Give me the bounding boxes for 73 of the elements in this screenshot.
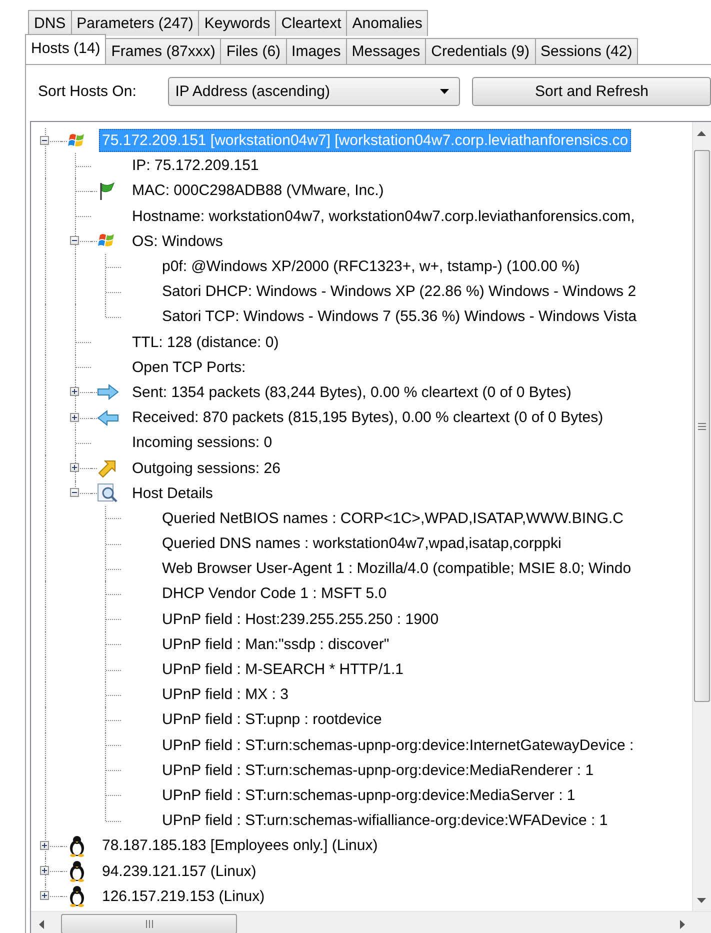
- grip-icon: [146, 920, 152, 928]
- tab[interactable]: Keywords: [198, 10, 276, 36]
- left-arrow-icon: [97, 410, 119, 426]
- tree-item-label: Web Browser User-Agent 1 : Mozilla/4.0 (compatible; MSIE 8.0; Windo: [161, 559, 632, 580]
- expander-icon[interactable]: [70, 236, 79, 246]
- diagonal-arrow-icon: [97, 458, 117, 478]
- tree-item-label: IP: 75.172.209.151: [131, 156, 260, 176]
- tab[interactable]: Cleartext: [275, 10, 348, 36]
- tree-item-label: Outgoing sessions: 26: [131, 458, 282, 479]
- tree-item-label: 94.239.121.157 (Linux): [101, 862, 258, 882]
- tree-item-label: Satori DHCP: Windows - Windows XP (22.86 %) Windows - Windows 2: [161, 282, 638, 302]
- tree-item-label: Incoming sessions: 0: [131, 433, 274, 454]
- expander-icon[interactable]: [40, 136, 49, 145]
- caret-icon: [440, 88, 450, 94]
- tab[interactable]: Hosts (14): [25, 34, 106, 64]
- expander-icon[interactable]: [70, 387, 79, 396]
- scroll-left-icon[interactable]: [39, 920, 44, 929]
- tree-item-label: Sent: 1354 packets (83,244 Bytes), 0.00 % cleartext (0 of 0 Bytes): [131, 382, 572, 403]
- tree-item-label: Queried DNS names : workstation04w7,wpad,isatap,corppki: [161, 534, 562, 554]
- penguin-icon: [67, 834, 87, 857]
- tree-item-label: Satori TCP: Windows - Windows 7 (55.36 %) Windows - Windows Vista: [161, 307, 638, 328]
- tree-item-label: Hostname: workstation04w7, workstation04w7.corp.leviathanforensics.com,: [131, 206, 636, 227]
- tree-item-label: UPnP field : ST:urn:schemas-upnp-org:device:MediaRenderer : 1: [161, 760, 595, 781]
- tab[interactable]: Files (6): [220, 38, 287, 64]
- tree-item-label: UPnP field : ST:upnp : rootdevice: [161, 710, 383, 730]
- tree-item-label: TTL: 128 (distance: 0): [131, 332, 280, 353]
- tree-item-label: Queried NetBIOS names : CORP<1C>,WPAD,ISATAP,WWW.BING.C: [161, 508, 625, 529]
- right-arrow-icon: [97, 384, 119, 400]
- tab[interactable]: Images: [286, 38, 347, 64]
- tree-item-label: UPnP field : Host:239.255.255.250 : 1900: [161, 610, 440, 630]
- tree-item-label: Received: 870 packets (815,195 Bytes), 0.00 % cleartext (0 of 0 Bytes): [131, 408, 604, 428]
- document-magnifier-icon: [97, 482, 119, 504]
- sort-dropdown[interactable]: IP Address (ascending): [168, 76, 460, 106]
- horizontal-scrollbar[interactable]: [31, 911, 711, 933]
- tab[interactable]: Credentials (9): [425, 38, 536, 64]
- tree-item-label: UPnP field : ST:urn:schemas-upnp-org:device:InternetGatewayDevice :: [161, 736, 635, 756]
- tab[interactable]: Parameters (247): [70, 10, 200, 36]
- scrollbar-thumb[interactable]: [694, 150, 710, 702]
- tree-item-label: UPnP field : Man:"ssdp : discover": [161, 634, 390, 655]
- expander-icon[interactable]: [40, 866, 49, 876]
- tab[interactable]: Frames (87xxx): [105, 38, 222, 64]
- tree-item-label: DHCP Vendor Code 1 : MSFT 5.0: [161, 584, 388, 604]
- tree-item-label: p0f: @Windows XP/2000 (RFC1323+, w+, tstamp-) (100.00 %): [161, 257, 581, 278]
- tab[interactable]: DNS: [28, 10, 72, 36]
- sort-and-refresh-button[interactable]: Sort and Refresh: [472, 76, 711, 106]
- expander-icon[interactable]: [40, 891, 49, 900]
- tree-item-label: UPnP field : M-SEARCH * HTTP/1.1: [161, 660, 404, 680]
- tab[interactable]: Anomalies: [346, 10, 428, 36]
- grip-icon: [698, 422, 706, 430]
- scrollbar-thumb[interactable]: [61, 914, 237, 933]
- scroll-up-icon[interactable]: [697, 131, 706, 136]
- expander-icon[interactable]: [70, 463, 79, 472]
- tab[interactable]: Messages: [346, 38, 426, 64]
- tree-item-label: OS: Windows: [131, 232, 224, 252]
- tree-item-label: MAC: 000C298ADB88 (VMware, Inc.): [131, 181, 385, 202]
- vertical-scrollbar[interactable]: [692, 122, 711, 912]
- sort-label: Sort Hosts On:: [38, 82, 138, 100]
- expander-icon[interactable]: [70, 412, 79, 422]
- scroll-down-icon[interactable]: [697, 898, 706, 903]
- tab[interactable]: Sessions (42): [534, 38, 638, 64]
- tree-item-label: UPnP field : MX : 3: [161, 685, 290, 706]
- tree-item-label: 78.187.185.183 [Employees only.] (Linux): [101, 836, 379, 856]
- tree-item-label: 126.157.219.153 (Linux): [101, 886, 266, 907]
- penguin-icon: [67, 885, 87, 908]
- tree-item-label: Open TCP Ports:: [131, 358, 247, 378]
- tree-item-label: Host Details: [131, 484, 214, 504]
- tree-item-label: 75.172.209.151 [workstation04w7] [workstation04w7.corp.leviathanforensics.co: [99, 129, 632, 152]
- penguin-icon: [67, 860, 87, 882]
- tree-item-label: UPnP field : ST:urn:schemas-upnp-org:device:MediaServer : 1: [161, 786, 576, 806]
- expander-icon[interactable]: [40, 840, 49, 850]
- expander-icon[interactable]: [70, 488, 79, 498]
- scroll-right-icon[interactable]: [680, 920, 685, 929]
- tree-item-label: UPnP field : ST:urn:schemas-wifialliance-org:device:WFADevice : 1: [161, 811, 609, 832]
